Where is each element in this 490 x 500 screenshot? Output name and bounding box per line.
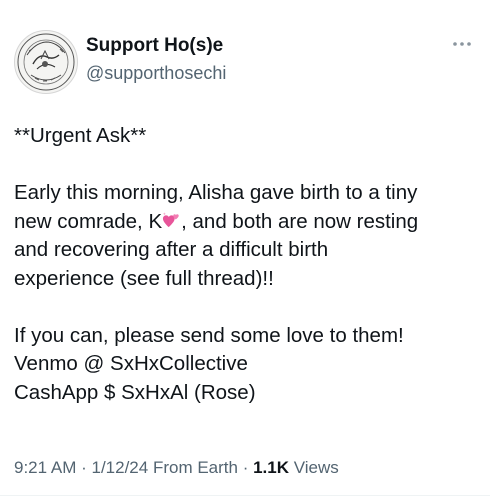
bottom-divider	[0, 495, 490, 496]
post-line: and recovering after a difficult birth	[14, 238, 329, 261]
post-heading: **Urgent Ask**	[14, 124, 147, 147]
post-line-with-emoji: new comrade, K , and both are now restin…	[14, 208, 480, 237]
more-options-button[interactable]	[450, 34, 474, 54]
author-avatar[interactable]	[14, 30, 78, 94]
two-hearts-icon	[162, 211, 179, 227]
cashapp-line: CashApp $ SxHxAl (Rose)	[14, 380, 256, 404]
views-label[interactable]: Views	[289, 458, 339, 477]
meta-separator: ·	[76, 458, 92, 477]
post-time[interactable]: 9:21 AM	[14, 458, 76, 477]
post-card: Support Ho(s)e @supporthosechi **Urgent …	[0, 0, 490, 500]
author-display-name[interactable]: Support Ho(s)e	[86, 35, 223, 57]
post-metadata: 9:21 AM · 1/12/24 From Earth · 1.1K View…	[14, 458, 339, 478]
meta-separator: ·	[237, 458, 254, 477]
post-line-part: , and both are now resting	[181, 209, 419, 233]
post-line: experience (see full thread)!!	[14, 266, 274, 290]
views-count[interactable]: 1.1K	[253, 458, 289, 477]
venmo-line: Venmo @ SxHxCollective	[14, 352, 248, 375]
circular-sketch-logo-icon	[17, 33, 75, 91]
post-date[interactable]: 1/12/24	[91, 458, 148, 477]
post-line-part: new comrade, K	[14, 209, 163, 233]
more-options-icon	[453, 42, 471, 46]
post-line: Early this morning, Alisha gave birth to…	[14, 181, 418, 204]
author-handle[interactable]: @supporthosechi	[86, 63, 226, 84]
post-location: From Earth	[148, 458, 238, 477]
post-line: If you can, please send some love to the…	[14, 323, 404, 347]
post-text: **Urgent Ask** Early this morning, Alish…	[14, 122, 480, 407]
